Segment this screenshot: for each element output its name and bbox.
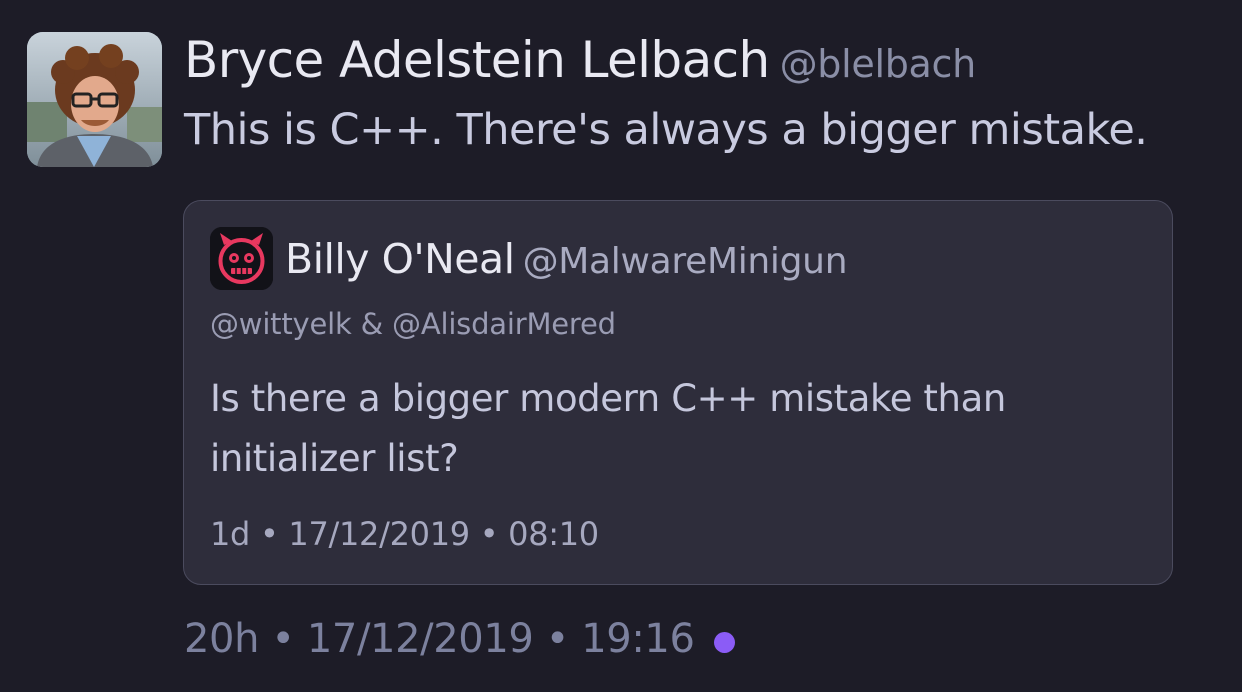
quote-author-name[interactable]: Billy O'Neal <box>285 235 515 283</box>
author-handle[interactable]: @blelbach <box>780 42 977 86</box>
quote-header: Billy O'Neal @MalwareMinigun <box>285 231 848 296</box>
tweet-text: This is C++. There's always a bigger mis… <box>184 105 1148 155</box>
quote-author-handle[interactable]: @MalwareMinigun <box>523 241 848 282</box>
author-avatar[interactable] <box>27 32 162 167</box>
quoted-tweet-card[interactable]: Billy O'Neal @MalwareMinigun @wittyelk & … <box>183 200 1173 585</box>
tweet-timestamp: 20h • 17/12/2019 • 19:16 <box>184 616 695 662</box>
author-name[interactable]: Bryce Adelstein Lelbach <box>184 31 770 89</box>
robot-face-icon <box>210 227 273 290</box>
tweet-header: Bryce Adelstein Lelbach @blelbach <box>184 30 976 102</box>
person-photo-icon <box>27 32 162 167</box>
quote-timestamp: 1d • 17/12/2019 • 08:10 <box>210 515 599 553</box>
quote-author-avatar[interactable] <box>210 227 273 290</box>
reply-to-handles[interactable]: @wittyelk & @AlisdairMered <box>210 307 616 341</box>
status-dot-icon <box>714 632 735 653</box>
quote-text: Is there a bigger modern C++ mistake tha… <box>210 377 1006 480</box>
